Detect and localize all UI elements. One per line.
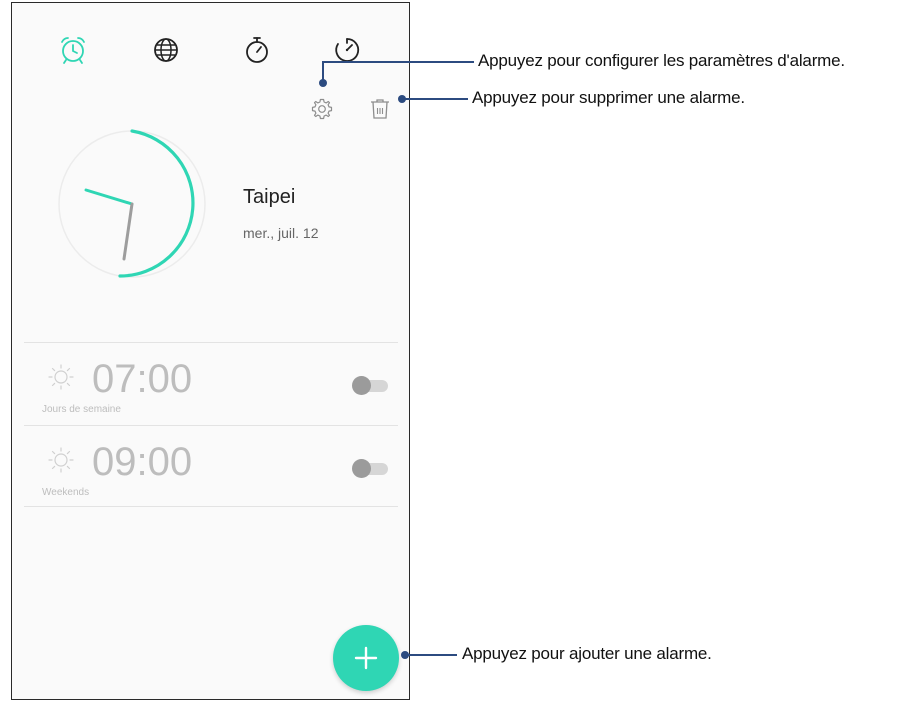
gear-icon (311, 98, 333, 120)
sun-icon (48, 364, 74, 390)
alarm-clock-icon (61, 37, 85, 64)
world-clock-date: mer., juil. 12 (243, 225, 319, 241)
add-alarm-button[interactable] (333, 625, 399, 691)
callout-line-settings (322, 61, 474, 63)
delete-button[interactable] (366, 95, 394, 123)
sun-icon (48, 447, 74, 473)
divider (24, 342, 398, 343)
minute-hand (122, 202, 134, 261)
callout-add-text: Appuyez pour ajouter une alarme. (462, 644, 712, 663)
hour-hand (84, 188, 134, 206)
settings-button[interactable] (308, 95, 336, 123)
callout-line-delete (402, 98, 468, 100)
globe-icon (154, 38, 178, 62)
callout-line-add (405, 654, 457, 656)
divider (24, 506, 398, 507)
alarm-label: Weekends (42, 487, 90, 498)
alarm-toggle[interactable] (352, 375, 390, 395)
alarm-toggle[interactable] (352, 458, 390, 478)
tab-world-clock[interactable] (149, 33, 183, 67)
manual-figure: Taipei mer., juil. 12 07:00 Jours de sem… (0, 0, 909, 704)
tab-alarm[interactable] (56, 33, 90, 67)
trash-icon (371, 99, 389, 119)
toggle-knob (352, 459, 371, 478)
callout-line-settings (322, 62, 324, 82)
tab-stopwatch[interactable] (240, 33, 274, 67)
phone-screen: Taipei mer., juil. 12 07:00 Jours de sem… (11, 2, 410, 700)
analog-clock (58, 129, 206, 278)
alarm-time: 09:00 (92, 440, 193, 484)
divider (24, 425, 398, 426)
toggle-knob (352, 376, 371, 395)
world-clock-city: Taipei (243, 186, 296, 208)
callout-delete-text: Appuyez pour supprimer une alarme. (472, 88, 745, 107)
stopwatch-icon (246, 37, 268, 63)
plus-icon (354, 646, 378, 670)
alarm-label: Jours de semaine (42, 404, 121, 415)
alarm-time: 07:00 (92, 357, 193, 401)
callout-settings-text: Appuyez pour configurer les paramètres d… (478, 51, 845, 70)
